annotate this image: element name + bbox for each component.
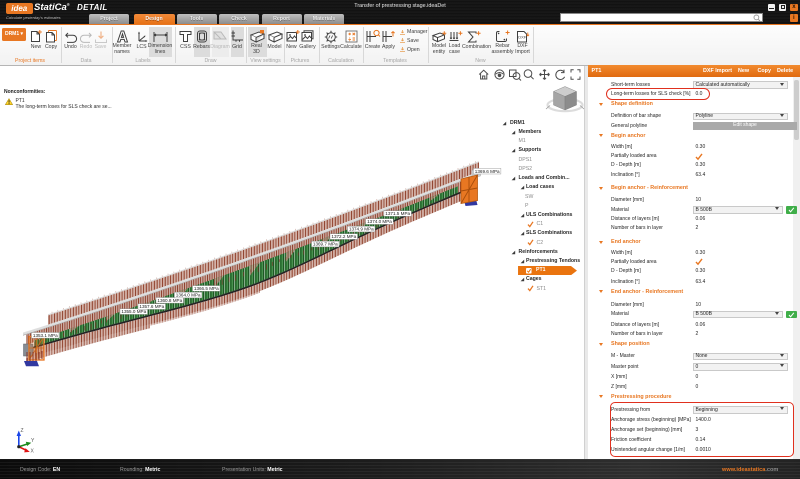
svg-text:1353.1 MPa: 1353.1 MPa	[33, 333, 58, 338]
svg-text:1360.8 MPa: 1360.8 MPa	[157, 298, 182, 303]
svg-text:Y: Y	[31, 438, 35, 444]
svg-text:1366.5 MPa: 1366.5 MPa	[194, 286, 219, 291]
svg-text:1372.2 MPa: 1372.2 MPa	[331, 234, 356, 239]
svg-text:1357.6 MPa: 1357.6 MPa	[139, 304, 164, 309]
svg-text:1369.6 MPa: 1369.6 MPa	[475, 169, 500, 174]
svg-text:1364.0 MPa: 1364.0 MPa	[176, 293, 201, 298]
svg-text:Z: Z	[21, 428, 24, 434]
svg-text:1374.9 MPa: 1374.9 MPa	[349, 227, 374, 232]
svg-text:1374.0 MPa: 1374.0 MPa	[367, 219, 392, 224]
svg-text:X: X	[31, 449, 35, 455]
svg-text:1371.5 MPa: 1371.5 MPa	[385, 211, 410, 216]
svg-text:1355.0 MPa: 1355.0 MPa	[121, 309, 146, 314]
svg-text:1369.7 MPa: 1369.7 MPa	[313, 242, 338, 247]
svg-text:DXF: DXF	[518, 35, 527, 40]
